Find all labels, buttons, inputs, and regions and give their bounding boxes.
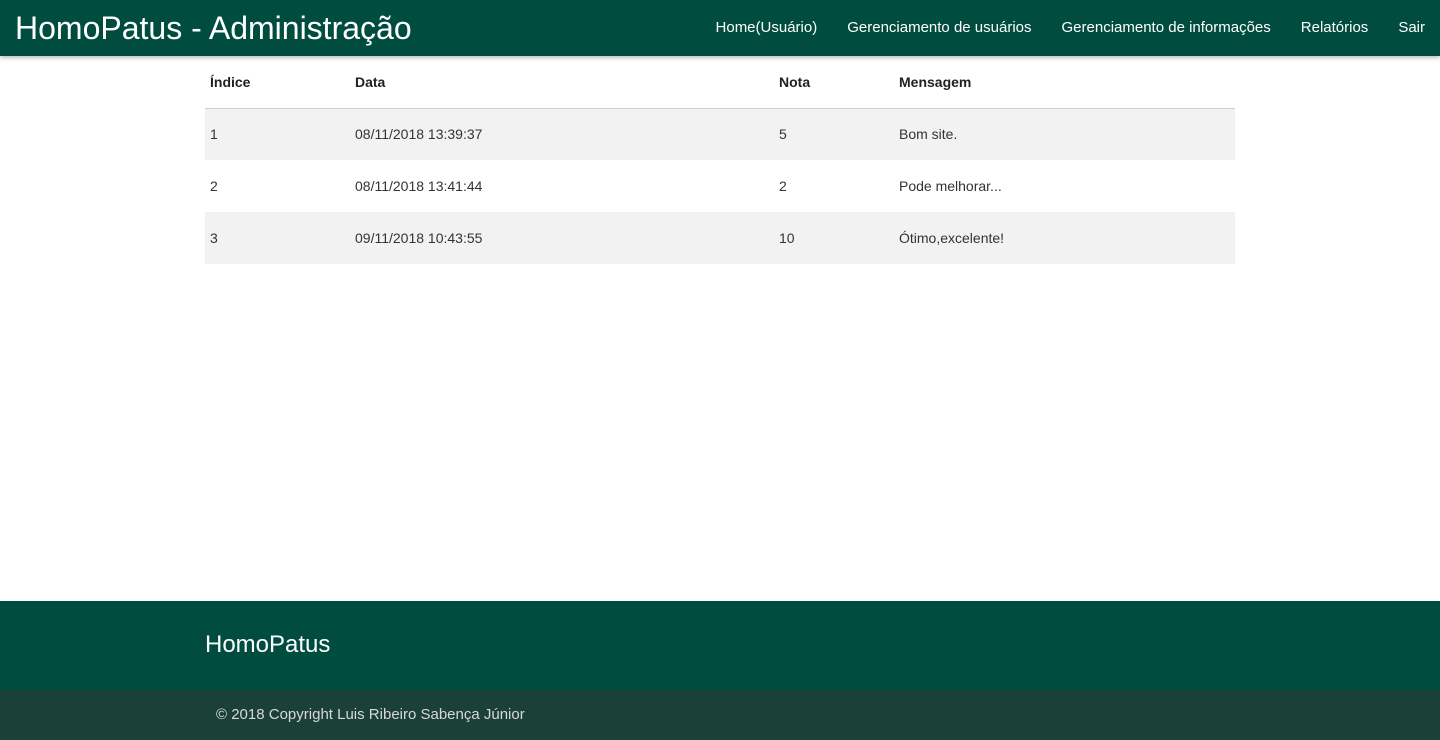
copyright-text: © 2018 Copyright Luis Ribeiro Sabença Jú…	[216, 706, 525, 723]
nav-link-home-usuario[interactable]: Home(Usuário)	[701, 0, 833, 56]
header-indice: Índice	[210, 73, 251, 90]
header-mensagem: Mensagem	[899, 73, 972, 90]
table-row: 1 08/11/2018 13:39:37 5 Bom site.	[205, 108, 1235, 160]
table-row: 2 08/11/2018 13:41:44 2 Pode melhorar...	[205, 160, 1235, 212]
cell-data: 09/11/2018 10:43:55	[355, 230, 483, 246]
cell-indice: 2	[210, 178, 218, 194]
cell-mensagem: Bom site.	[899, 126, 958, 143]
nav-link-gerenciamento-usuarios[interactable]: Gerenciamento de usuários	[832, 0, 1046, 56]
header-data: Data	[355, 73, 386, 90]
main-content: Índice Data Nota Mensagem 1 08/11/2018 1…	[205, 56, 1235, 264]
table-header-row: Índice Data Nota Mensagem	[205, 56, 1235, 108]
cell-nota: 2	[779, 178, 787, 194]
top-navbar: HomoPatus - Administração Home(Usuário) …	[0, 0, 1440, 56]
nav-link-relatorios[interactable]: Relatórios	[1286, 0, 1384, 56]
cell-nota: 5	[779, 126, 787, 143]
nav-link-sair[interactable]: Sair	[1383, 0, 1440, 56]
header-nota: Nota	[779, 73, 811, 90]
cell-indice: 1	[210, 126, 218, 143]
table-row: 3 09/11/2018 10:43:55 10 Ótimo,excelente…	[205, 212, 1235, 264]
nav-links: Home(Usuário) Gerenciamento de usuários …	[701, 0, 1440, 56]
cell-mensagem: Ótimo,excelente!	[899, 230, 1005, 246]
brand-title[interactable]: HomoPatus - Administração	[0, 0, 412, 56]
cell-indice: 3	[210, 230, 218, 246]
cell-mensagem: Pode melhorar...	[899, 178, 1002, 194]
cell-nota: 10	[779, 230, 795, 246]
page-footer: HomoPatus	[0, 601, 1440, 690]
nav-link-gerenciamento-informacoes[interactable]: Gerenciamento de informações	[1047, 0, 1286, 56]
footer-title: HomoPatus	[205, 631, 331, 658]
footer-copyright-bar: © 2018 Copyright Luis Ribeiro Sabença Jú…	[0, 690, 1440, 740]
cell-data: 08/11/2018 13:41:44	[355, 178, 483, 194]
ratings-table: Índice Data Nota Mensagem 1 08/11/2018 1…	[205, 56, 1235, 264]
cell-data: 08/11/2018 13:39:37	[355, 126, 483, 143]
